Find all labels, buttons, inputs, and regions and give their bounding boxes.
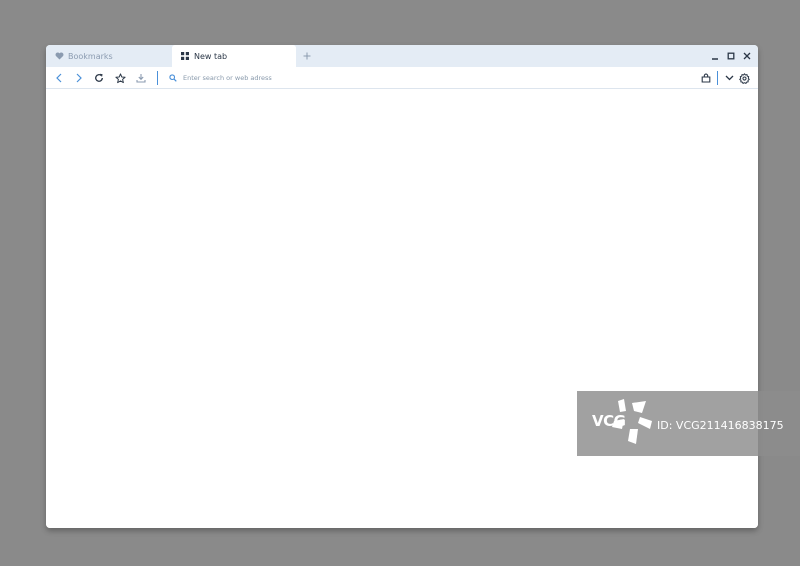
- back-button[interactable]: [51, 70, 67, 86]
- maximize-icon: [727, 52, 735, 60]
- toolbar-divider: [157, 71, 158, 85]
- tab-new-tab[interactable]: New tab: [172, 45, 296, 67]
- back-icon: [56, 73, 62, 83]
- share-icon: [701, 73, 711, 83]
- settings-button[interactable]: [736, 70, 752, 86]
- new-tab-button[interactable]: [299, 48, 315, 64]
- address-input[interactable]: [183, 71, 663, 85]
- tab-bar: Bookmarks New tab: [46, 45, 758, 67]
- plus-icon: [303, 52, 311, 60]
- search-icon: [167, 72, 179, 84]
- forward-button[interactable]: [71, 70, 87, 86]
- reload-button[interactable]: [91, 70, 107, 86]
- minimize-button[interactable]: [708, 48, 722, 64]
- chevron-down-icon: [725, 75, 733, 81]
- tab-label: New tab: [194, 51, 228, 61]
- forward-icon: [76, 73, 82, 83]
- window-controls: [708, 48, 754, 64]
- toolbar: [46, 67, 758, 89]
- gear-icon: [738, 72, 750, 84]
- maximize-button[interactable]: [724, 48, 738, 64]
- tab-bookmarks[interactable]: Bookmarks: [46, 45, 172, 67]
- bookmark-button[interactable]: [112, 70, 128, 86]
- reload-icon: [95, 73, 103, 82]
- watermark-burst-icon: [612, 399, 652, 444]
- share-button[interactable]: [698, 70, 714, 86]
- star-icon: [114, 72, 126, 83]
- watermark: VCG ID: VCG211416838175: [577, 391, 800, 456]
- address-bar[interactable]: [165, 69, 695, 87]
- heart-icon: [53, 50, 65, 62]
- download-button[interactable]: [133, 70, 149, 86]
- watermark-id: ID: VCG211416838175: [657, 419, 784, 432]
- page-content: [46, 90, 758, 528]
- tab-label: Bookmarks: [68, 51, 113, 61]
- grid-icon: [179, 50, 191, 62]
- minimize-icon: [712, 58, 718, 60]
- download-icon: [136, 74, 146, 83]
- toolbar-divider: [717, 71, 718, 85]
- close-button[interactable]: [740, 48, 754, 64]
- close-icon: [743, 52, 751, 60]
- menu-dropdown-button[interactable]: [721, 70, 737, 86]
